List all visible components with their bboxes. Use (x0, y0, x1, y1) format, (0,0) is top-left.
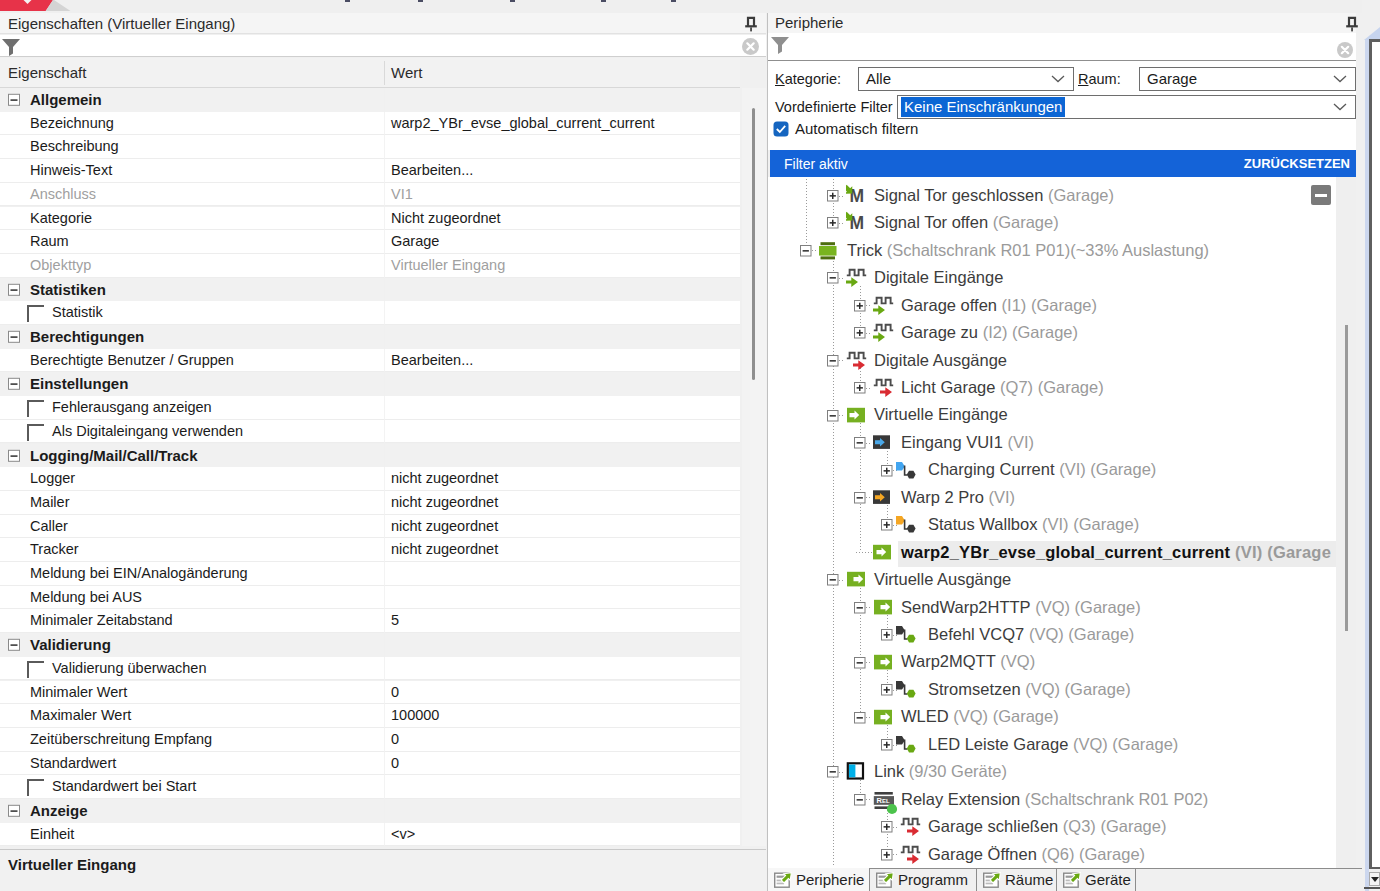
svg-text:REL: REL (877, 796, 890, 805)
